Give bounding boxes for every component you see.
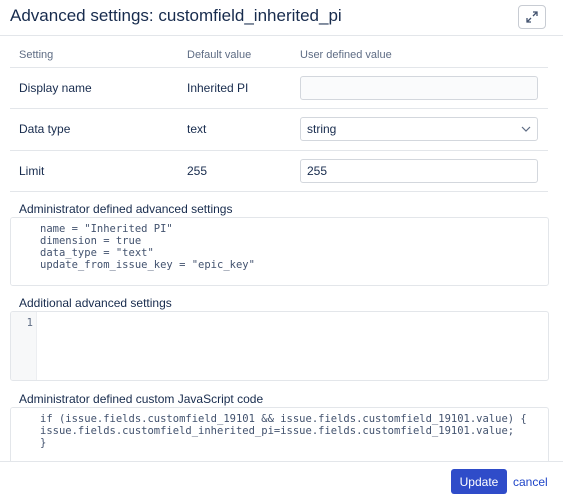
dialog-footer: Update cancel (0, 461, 563, 500)
expand-button[interactable] (518, 5, 546, 29)
limit-input[interactable] (300, 158, 538, 183)
admin-settings-code: name = "Inherited PI" dimension = true d… (10, 217, 549, 286)
table-row: Display name Inherited PI (10, 67, 548, 109)
default-value: text (178, 108, 291, 151)
line-number: 1 (26, 317, 33, 329)
table-row: Limit 255 (10, 150, 548, 192)
header-default-value: Default value (178, 43, 291, 68)
data-type-selected-value: string (307, 122, 337, 137)
setting-name: Display name (10, 67, 178, 109)
header-setting: Setting (10, 43, 178, 68)
setting-name: Limit (10, 150, 178, 192)
admin-js-code-text: if (issue.fields.customfield_19101 && is… (40, 413, 527, 449)
expand-icon (526, 11, 538, 23)
header-user-defined-value: User defined value (291, 43, 548, 68)
table-row: Data type text string (10, 108, 548, 151)
setting-name: Data type (10, 108, 178, 151)
dialog-header: Advanced settings: customfield_inherited… (0, 0, 563, 36)
additional-settings-label: Additional advanced settings (19, 296, 172, 310)
default-value: 255 (178, 150, 291, 192)
admin-settings-label: Administrator defined advanced settings (19, 202, 233, 216)
default-value: Inherited PI (178, 67, 291, 109)
admin-js-code: if (issue.fields.customfield_19101 && is… (10, 407, 549, 461)
dialog-body: Setting Default value User defined value… (0, 37, 563, 461)
additional-settings-editor[interactable]: 1 (10, 311, 549, 381)
dialog-title: Advanced settings: customfield_inherited… (10, 6, 342, 25)
admin-js-label: Administrator defined custom JavaScript … (19, 392, 264, 406)
admin-settings-code-text: name = "Inherited PI" dimension = true d… (40, 223, 255, 271)
update-button[interactable]: Update (451, 469, 507, 494)
table-header-row: Setting Default value User defined value (10, 43, 548, 68)
data-type-select[interactable]: string (300, 117, 538, 142)
display-name-input[interactable] (300, 75, 538, 100)
line-number-gutter: 1 (11, 312, 37, 380)
settings-table: Setting Default value User defined value… (10, 43, 548, 192)
cancel-link[interactable]: cancel (513, 475, 548, 489)
chevron-down-icon (521, 126, 531, 133)
